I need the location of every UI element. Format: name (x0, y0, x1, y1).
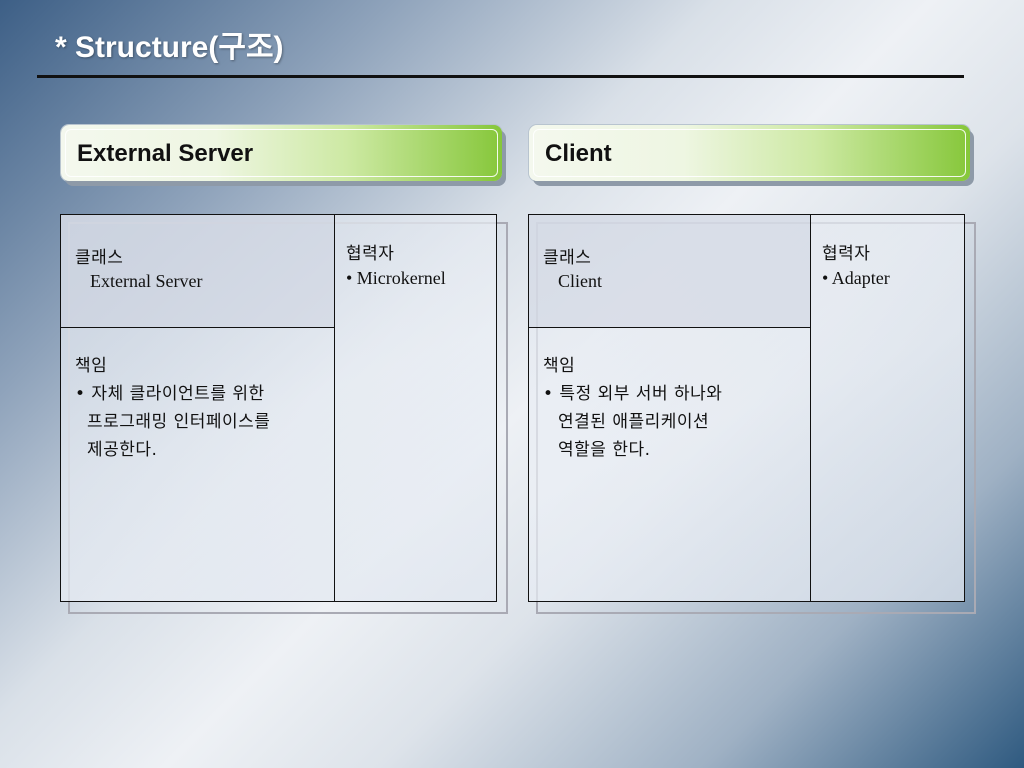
class-cell: 클래스 Client (529, 215, 811, 328)
responsibility-line: • 특정 외부 서버 하나와 (543, 384, 723, 404)
responsibility-line: 연결된 애플리케이션 (558, 412, 710, 432)
slide-title: * Structure(구조) (55, 31, 284, 64)
crc-card-client: 클래스 Client 협력자 • Adapter 책임 • 특정 외부 서버 하… (528, 214, 965, 602)
responsibility-line: 프로그래밍 인터페이스를 (87, 412, 271, 432)
responsibility-cell: 책임 • 자체 클라이언트를 위한 프로그래밍 인터페이스를 제공한다. (61, 327, 335, 601)
header-label: Client (545, 140, 612, 167)
collaborator-cell: 협력자 • Microkernel (334, 215, 496, 601)
responsibility-label: 책임 (75, 356, 108, 376)
responsibility-line: 제공한다. (87, 440, 158, 460)
class-cell: 클래스 External Server (61, 215, 335, 328)
class-name: External Server (90, 271, 203, 291)
class-label: 클래스 (543, 248, 592, 268)
crc-card-external-server: 클래스 External Server 협력자 • Microkernel 책임… (60, 214, 497, 602)
title-underline (37, 75, 964, 78)
collaborator-item: • Adapter (822, 268, 890, 288)
collaborator-cell: 협력자 • Adapter (810, 215, 964, 601)
responsibility-label: 책임 (543, 356, 576, 376)
header-label: External Server (77, 140, 254, 167)
header-bar-client: Client (529, 125, 970, 181)
class-label: 클래스 (75, 248, 124, 268)
collaborator-item: • Microkernel (346, 268, 446, 288)
responsibility-line: • 자체 클라이언트를 위한 (75, 384, 265, 404)
class-name: Client (558, 271, 602, 291)
responsibility-line: 역할을 한다. (558, 440, 651, 460)
collaborator-label: 협력자 (822, 244, 871, 264)
header-bar-external-server: External Server (61, 125, 502, 181)
collaborator-label: 협력자 (346, 244, 395, 264)
responsibility-cell: 책임 • 특정 외부 서버 하나와 연결된 애플리케이션 역할을 한다. (529, 327, 811, 601)
